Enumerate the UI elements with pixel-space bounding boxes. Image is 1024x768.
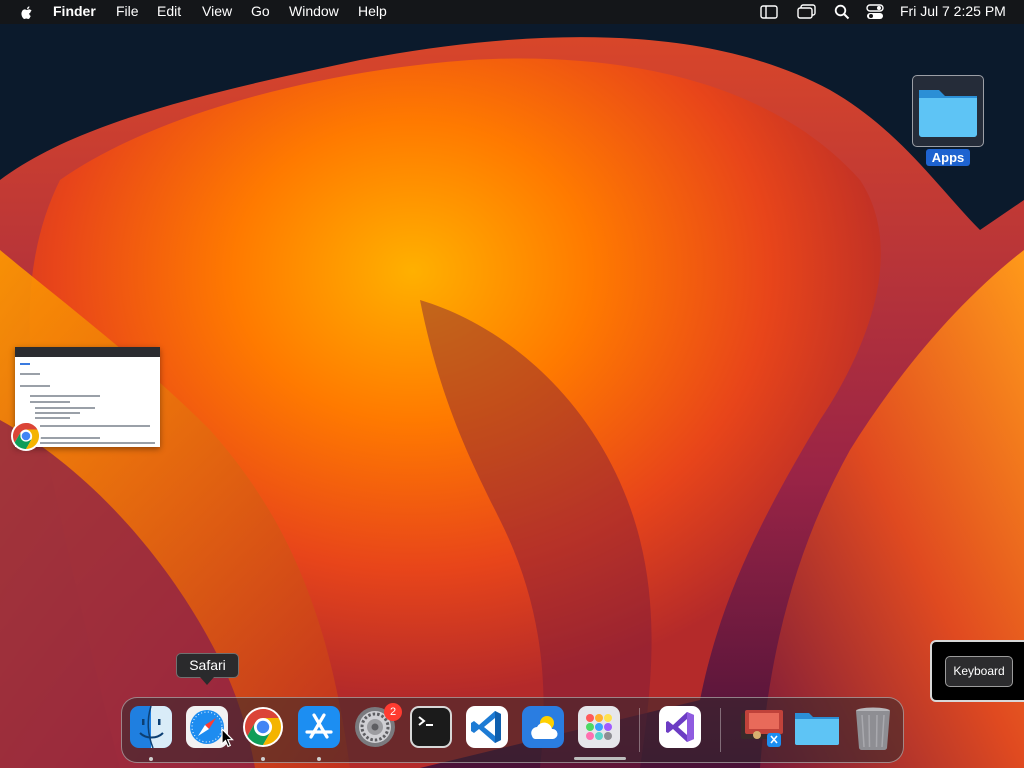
stack-icon <box>741 710 783 747</box>
chrome-running-indicator <box>261 757 265 761</box>
sidebar-icon[interactable] <box>760 4 778 20</box>
menu-file[interactable]: File <box>116 3 139 19</box>
dock-separator-2 <box>720 708 721 752</box>
mouse-cursor-icon <box>221 728 234 748</box>
menu-view[interactable]: View <box>202 3 232 19</box>
finder-running-indicator <box>149 757 153 761</box>
dock-tooltip: Safari <box>176 653 239 678</box>
dock-item-terminal[interactable] <box>409 705 453 749</box>
control-center-icon[interactable] <box>866 4 884 20</box>
menu-edit[interactable]: Edit <box>157 3 181 19</box>
dock-item-launchpad[interactable] <box>577 705 621 749</box>
dock-item-trash[interactable] <box>852 705 896 751</box>
vscode-icon <box>466 706 508 748</box>
menu-help[interactable]: Help <box>358 3 387 19</box>
apps-folder-selection[interactable] <box>912 75 984 147</box>
tooltip-arrow <box>200 677 214 685</box>
launchpad-icon <box>578 706 620 748</box>
notification-badge: 2 <box>384 703 402 721</box>
chrome-preview-titlebar <box>15 347 160 357</box>
dock-item-folder[interactable] <box>793 705 839 749</box>
dock-item-vscode[interactable] <box>465 705 509 749</box>
folder-icon <box>919 90 977 137</box>
visual-studio-icon <box>659 706 701 748</box>
menu-clock[interactable]: Fri Jul 7 2:25 PM <box>900 3 1006 19</box>
folder-icon <box>795 713 839 745</box>
dock-scroll-indicator <box>574 757 626 760</box>
chrome-icon <box>243 707 283 747</box>
dock <box>121 697 904 763</box>
apps-folder-label[interactable]: Apps <box>926 149 970 166</box>
keyboard-button[interactable]: Keyboard <box>945 656 1013 687</box>
menu-go[interactable]: Go <box>251 3 270 19</box>
dock-item-stack[interactable] <box>737 705 783 749</box>
dock-item-weather[interactable] <box>521 705 565 749</box>
window-switcher-icon[interactable] <box>797 4 817 20</box>
weather-icon <box>522 706 564 748</box>
dock-item-app-store[interactable] <box>297 705 341 749</box>
finder-icon <box>130 705 172 749</box>
dock-separator <box>639 708 640 752</box>
app-store-icon <box>298 706 340 748</box>
terminal-icon <box>410 706 452 748</box>
dock-item-chrome[interactable] <box>241 705 285 749</box>
dock-item-finder[interactable] <box>129 705 173 749</box>
trash-icon <box>856 707 890 751</box>
menu-bar: Finder File Edit View Go Window Help Fri… <box>0 0 1024 24</box>
apple-logo-icon[interactable] <box>19 4 35 21</box>
spotlight-icon[interactable] <box>834 4 850 20</box>
chrome-badge-icon <box>11 421 41 451</box>
dock-item-visual-studio[interactable] <box>658 705 702 749</box>
menu-app-name[interactable]: Finder <box>53 3 96 19</box>
menu-window[interactable]: Window <box>289 3 339 19</box>
app-store-running-indicator <box>317 757 321 761</box>
